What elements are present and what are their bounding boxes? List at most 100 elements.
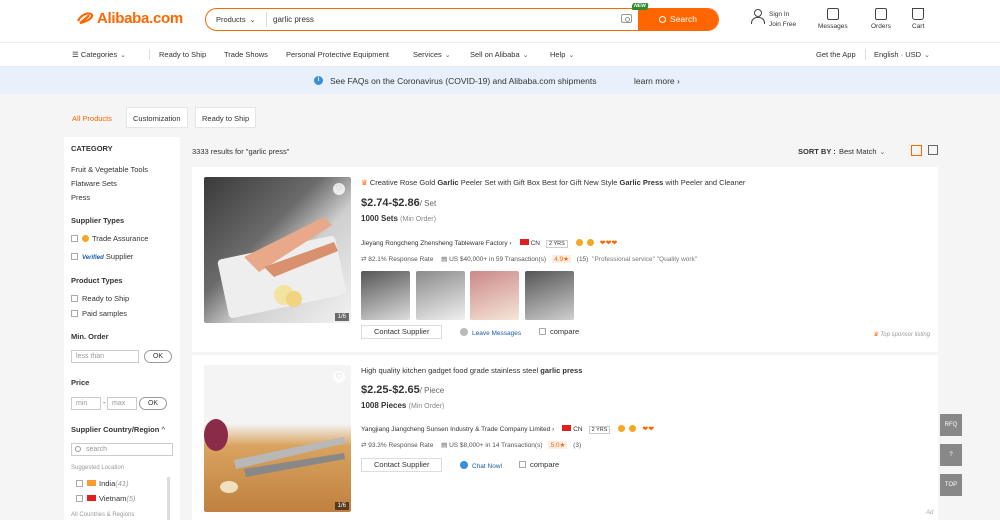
product-price: $2.74-$2.86/ Set [361, 197, 437, 209]
categories-menu[interactable]: ☰ Categories [72, 50, 126, 59]
years-badge: 2 YRS [545, 240, 568, 248]
min-order-input[interactable]: less than [71, 350, 139, 363]
product-title[interactable]: High quality kitchen gadget food grade s… [361, 366, 582, 375]
verified-supplier-filter[interactable]: Verified Supplier [71, 252, 133, 261]
sign-in-link[interactable]: Sign In Join Free [769, 10, 796, 30]
trade-assurance-icon [82, 235, 89, 242]
trade-assurance-icon [629, 425, 637, 432]
camera-icon[interactable] [621, 14, 632, 23]
sort-label: SORT BY : [798, 147, 836, 156]
nav-help[interactable]: Help [550, 50, 574, 59]
category-press[interactable]: Press [71, 193, 90, 202]
covid-banner: i See FAQs on the Coronavirus (COVID-19)… [0, 67, 1000, 94]
country-heading[interactable]: Supplier Country/Region ^ [71, 425, 165, 434]
category-fruit-vegetable-tools[interactable]: Fruit & Vegetable Tools [71, 165, 148, 174]
price-ok-button[interactable]: OK [139, 397, 167, 410]
search-button[interactable]: Search [638, 9, 718, 30]
product-card[interactable]: 1/6 ♡ ♛ Creative Rose Gold Garlic Peeler… [192, 167, 938, 352]
leave-messages-link[interactable]: Leave Messages [460, 328, 521, 337]
paid-samples-filter[interactable]: Paid samples [71, 309, 127, 318]
message-icon [826, 8, 839, 20]
sort-dropdown[interactable]: Best Match [839, 147, 885, 156]
list-view-icon[interactable] [911, 145, 922, 156]
checkbox[interactable] [76, 480, 83, 487]
tab-customization[interactable]: Customization [126, 107, 188, 128]
checkbox[interactable] [539, 328, 546, 335]
product-thumbnail[interactable] [361, 271, 410, 320]
ad-label: Ad [926, 510, 934, 516]
nav-divider [149, 49, 150, 60]
product-title[interactable]: ♛ Creative Rose Gold Garlic Peeler Set w… [361, 178, 745, 187]
checkbox[interactable] [519, 461, 526, 468]
product-thumbnail[interactable] [470, 271, 519, 320]
country-india[interactable]: India(41) [76, 479, 129, 488]
learn-more-link[interactable]: learn more › [634, 76, 680, 86]
compare-checkbox[interactable]: compare [519, 460, 559, 469]
supplier-name-link[interactable]: Jieyang Rongcheng Zhensheng Tableware Fa… [361, 240, 508, 247]
alibaba-logo[interactable]: Alibaba.com [76, 10, 183, 27]
sponsor-label: ♛ Top sponsor listing [873, 332, 930, 338]
favorite-heart-icon[interactable]: ♡ [333, 371, 345, 383]
category-heading: CATEGORY [71, 144, 113, 153]
product-image[interactable]: 1/6 ♡ [204, 177, 351, 323]
country-search-input[interactable]: search [71, 443, 173, 456]
search-input[interactable] [266, 12, 616, 27]
country-vietnam[interactable]: Vietnam(5) [76, 494, 136, 503]
trade-assurance-filter[interactable]: Trade Assurance [71, 234, 148, 243]
message-icon [460, 328, 468, 336]
price-heading: Price [71, 378, 90, 387]
orders-link[interactable]: Orders [871, 8, 891, 31]
image-counter: 1/6 [334, 502, 349, 510]
chat-now-link[interactable]: Chat Now! [460, 461, 502, 470]
transaction-icon: ▤ [441, 442, 450, 449]
checkbox[interactable] [71, 295, 78, 302]
gold-supplier-icon [575, 239, 583, 246]
garlic-press-image-icon [204, 419, 346, 493]
supplier-name-link[interactable]: Yangjiang Jiangcheng Sunsen Industry & T… [361, 426, 550, 433]
back-to-top-button[interactable]: TOP [940, 474, 962, 496]
scrollbar[interactable] [167, 477, 170, 520]
checkbox[interactable] [76, 495, 83, 502]
favorite-heart-icon[interactable]: ♡ [333, 183, 345, 195]
product-price: $2.25-$2.65/ Piece [361, 384, 445, 396]
cart-link[interactable]: Cart [912, 8, 924, 31]
new-badge: NEW [631, 3, 649, 10]
nav-ppe[interactable]: Personal Protective Equipment [286, 50, 389, 59]
nav-trade-shows[interactable]: Trade Shows [224, 50, 268, 59]
grid-view-icon[interactable] [928, 145, 938, 155]
china-flag-icon [562, 425, 572, 431]
price-max-input[interactable]: max [107, 397, 137, 410]
category-flatware-sets[interactable]: Flatware Sets [71, 179, 117, 188]
product-image[interactable]: 1/6 ♡ [204, 365, 351, 512]
gold-supplier-icon [618, 425, 626, 432]
nav-ready-to-ship[interactable]: Ready to Ship [159, 50, 206, 59]
product-card[interactable]: 1/6 ♡ High quality kitchen gadget food g… [192, 355, 938, 520]
checkbox[interactable] [71, 235, 78, 242]
checkbox[interactable] [71, 310, 78, 317]
feedback-button[interactable]: ? [940, 444, 962, 466]
price-min-input[interactable]: min [71, 397, 101, 410]
contact-supplier-button[interactable]: Contact Supplier [361, 325, 443, 339]
checkbox[interactable] [71, 253, 78, 260]
ready-to-ship-filter[interactable]: Ready to Ship [71, 294, 129, 303]
search-category-dropdown[interactable]: Products [216, 15, 255, 24]
min-order-ok-button[interactable]: OK [144, 350, 172, 363]
garlic-press-image-icon [217, 217, 347, 319]
rfq-button[interactable]: RFQ [940, 414, 962, 436]
get-the-app-link[interactable]: Get the App [816, 50, 856, 59]
product-thumbnail[interactable] [525, 271, 574, 320]
tab-ready-to-ship[interactable]: Ready to Ship [195, 107, 257, 128]
nav-services[interactable]: Services [413, 50, 451, 59]
product-thumbnail[interactable] [416, 271, 465, 320]
tab-all-products[interactable]: All Products [65, 107, 120, 128]
compare-checkbox[interactable]: compare [539, 327, 579, 336]
chat-icon [460, 461, 468, 469]
language-currency-select[interactable]: English · USD [874, 50, 930, 59]
chevron-up-icon: ^ [161, 425, 165, 434]
vietnam-flag-icon [87, 495, 96, 501]
messages-link[interactable]: Messages [818, 8, 848, 31]
search-icon [659, 16, 667, 23]
user-icon[interactable] [751, 9, 765, 24]
contact-supplier-button[interactable]: Contact Supplier [361, 458, 443, 472]
nav-sell-on-alibaba[interactable]: Sell on Alibaba [470, 50, 529, 59]
